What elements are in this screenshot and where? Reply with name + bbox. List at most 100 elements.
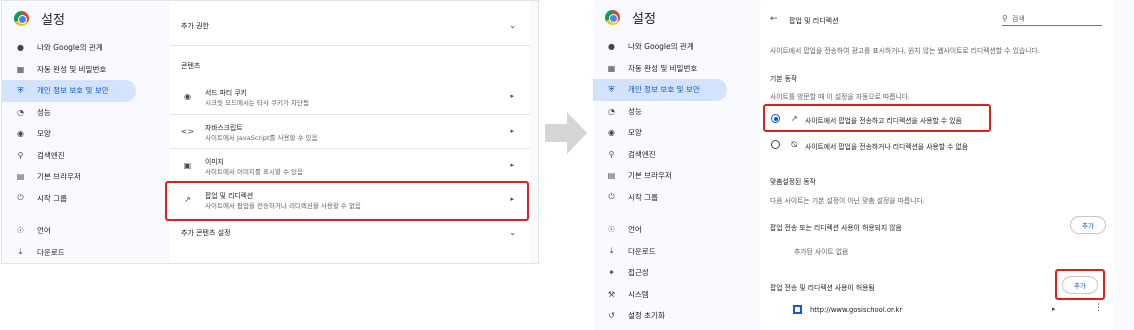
- arrow-right-icon: ▸: [510, 127, 514, 135]
- sidebar-item-languages[interactable]: ☉ 언어: [2, 220, 167, 242]
- images-row[interactable]: ▣ 이미지 사이트에서 이미지를 표시할 수 있음 ▸: [170, 149, 530, 183]
- default-behavior-title: 기본 동작: [770, 75, 798, 83]
- sidebar-item-autofill[interactable]: ▦ 자동 완성 및 비밀번호: [2, 59, 167, 81]
- cookie-icon: ◉: [184, 92, 191, 101]
- radio-block[interactable]: [771, 140, 780, 149]
- default-behavior-subtitle: 사이트를 방문할 때 이 설정을 자동으로 따릅니다.: [770, 93, 911, 101]
- row-subtitle: 시크릿 모드에서는 타사 쿠키가 차단됨: [205, 99, 309, 107]
- globe-icon: ☉: [607, 225, 616, 235]
- sidebar-item-search-engine[interactable]: ⚲ 검색엔진: [2, 145, 167, 167]
- sidebar-item-label: 시작 그룹: [628, 192, 658, 202]
- transition-arrow-icon: [545, 112, 587, 154]
- more-vert-icon[interactable]: ⋮: [1094, 303, 1103, 313]
- sidebar-item-label: 언어: [37, 226, 51, 236]
- left-settings-panel: 설정 ● 나와 Google의 관계 ▦ 자동 완성 및 비밀번호 ⛨ 개인 정보 보…: [1, 0, 539, 264]
- sidebar-item-autofill[interactable]: ▦ 자동 완성 및 비밀번호: [593, 58, 758, 80]
- highlight-box-add: [1055, 269, 1105, 300]
- sidebar-item-label: 언어: [628, 225, 642, 235]
- sidebar-item-privacy[interactable]: ⛨ 개인 정보 보호 및 보안: [2, 80, 136, 102]
- sidebar-item-on-startup[interactable]: ⏻ 시작 그룹: [2, 188, 167, 210]
- sidebar-item-search-engine[interactable]: ⚲ 검색엔진: [593, 144, 758, 166]
- additional-content-settings-label: 추가 콘텐츠 설정: [181, 229, 231, 237]
- back-arrow-icon[interactable]: ←: [770, 14, 778, 24]
- sidebar-item-label: 시스템: [628, 289, 649, 299]
- sidebar-item-performance[interactable]: ◔ 성능: [2, 102, 167, 124]
- sidebar-item-label: 기본 브라우저: [628, 171, 672, 181]
- sidebar-item-languages[interactable]: ☉ 언어: [593, 219, 758, 241]
- sidebar-item-appearance[interactable]: ◉ 모양: [2, 123, 167, 145]
- row-title: 서드 파티 쿠키: [205, 89, 247, 97]
- additional-content-settings-row[interactable]: 추가 콘텐츠 설정 ⌄: [170, 228, 530, 248]
- sidebar-item-google[interactable]: ● 나와 Google의 관계: [593, 36, 758, 58]
- search-icon: ⚲: [608, 149, 615, 159]
- sidebar-item-label: 다운로드: [628, 246, 656, 256]
- section-title: 콘텐츠: [181, 62, 201, 70]
- speedometer-icon: ◔: [17, 107, 24, 117]
- sidebar-item-label: 검색엔진: [37, 150, 65, 160]
- sidebar-item-label: 모양: [37, 129, 51, 139]
- allowed-title: 팝업 전송 및 리디렉션 사용이 허용됨: [770, 284, 875, 292]
- power-icon: ⏻: [17, 193, 24, 203]
- arrow-right-icon: ▸: [510, 92, 514, 100]
- right-content-card: ← 팝업 및 리디렉션 ⚲ 검색 사이트에서 팝업을 전송하여 광고를 표시하거…: [760, 0, 1115, 330]
- sidebar-item-label: 시작 그룹: [37, 193, 67, 203]
- sidebar-item-default-browser[interactable]: ▤ 기본 브라우저: [2, 166, 167, 188]
- shield-icon: ⛨: [608, 84, 615, 94]
- sidebar-item-google[interactable]: ● 나와 Google의 관계: [2, 37, 167, 59]
- javascript-row[interactable]: <> 자바스크립트 사이트에서 JavaScript를 사용할 수 있음 ▸: [170, 115, 530, 149]
- sidebar-item-label: 나와 Google의 관계: [628, 42, 694, 52]
- page-description: 사이트에서 팝업을 전송하여 광고를 표시하거나, 원치 않는 웹사이트로 리디…: [770, 47, 1040, 55]
- sidebar-item-accessibility[interactable]: ✦ 접근성: [593, 262, 758, 284]
- custom-behavior-title: 맞춤설정된 동작: [770, 178, 816, 186]
- right-nav: ● 나와 Google의 관계 ▦ 자동 완성 및 비밀번호 ⛨ 개인 정보 보호 및…: [593, 36, 758, 327]
- sidebar-item-privacy[interactable]: ⛨ 개인 정보 보호 및 보안: [593, 79, 727, 101]
- left-nav: ● 나와 Google의 관계 ▦ 자동 완성 및 비밀번호 ⛨ 개인 정보 보호 및…: [2, 37, 167, 263]
- power-icon: ⏻: [608, 192, 615, 202]
- site-url: http://www.gosischool.or.kr: [810, 306, 903, 314]
- sidebar-item-label: 접근성: [628, 268, 649, 278]
- search-icon: ⚲: [17, 150, 24, 160]
- additional-permissions-label: 추가 권한: [181, 22, 209, 30]
- sidebar-item-downloads[interactable]: ⤓ 다운로드: [593, 241, 758, 263]
- sidebar-item-default-browser[interactable]: ▤ 기본 브라우저: [593, 165, 758, 187]
- sidebar-item-label: 모양: [628, 128, 642, 138]
- highlight-box-allow: [763, 104, 991, 132]
- browser-icon: ▤: [607, 171, 616, 181]
- sidebar-item-system[interactable]: ⚒ 시스템: [593, 284, 758, 306]
- shield-icon: ⛨: [17, 85, 24, 95]
- sidebar-item-reset[interactable]: ↺ 설정 초기화: [593, 305, 758, 327]
- add-not-allowed-button[interactable]: 추가: [1070, 216, 1106, 234]
- right-settings-panel: 설정 ● 나와 Google의 관계 ▦ 자동 완성 및 비밀번호 ⛨ 개인 정보 보…: [593, 0, 1133, 330]
- left-sidebar: 설정 ● 나와 Google의 관계 ▦ 자동 완성 및 비밀번호 ⛨ 개인 정보 보…: [2, 1, 167, 263]
- third-party-cookies-row[interactable]: ◉ 서드 파티 쿠키 시크릿 모드에서는 타사 쿠키가 차단됨 ▸: [170, 80, 530, 114]
- row-subtitle: 사이트에서 JavaScript를 사용할 수 있음: [205, 134, 318, 142]
- palette-icon: ◉: [17, 129, 24, 139]
- chrome-logo-icon: [605, 10, 620, 25]
- sidebar-item-label: 다운로드: [37, 247, 65, 257]
- arrow-right-icon: ▸: [510, 161, 514, 169]
- right-sidebar: 설정 ● 나와 Google의 관계 ▦ 자동 완성 및 비밀번호 ⛨ 개인 정보 보…: [593, 0, 758, 330]
- additional-permissions-row[interactable]: 추가 권한 ⌄: [170, 21, 530, 41]
- wrench-icon: ⚒: [607, 289, 616, 299]
- sidebar-item-label: 나와 Google의 관계: [37, 43, 103, 53]
- row-subtitle: 사이트에서 이미지를 표시할 수 있음: [205, 168, 303, 176]
- search-input[interactable]: ⚲ 검색: [1002, 12, 1102, 26]
- sidebar-item-on-startup[interactable]: ⏻ 시작 그룹: [593, 187, 758, 209]
- clipboard-icon: ▦: [16, 64, 25, 74]
- download-icon: ⤓: [609, 246, 614, 256]
- sidebar-item-label: 성능: [628, 106, 642, 116]
- arrow-right-icon[interactable]: ▸: [1052, 305, 1056, 313]
- code-icon: <>: [180, 127, 195, 136]
- sidebar-item-performance[interactable]: ◔ 성능: [593, 101, 758, 123]
- settings-brand: 설정: [14, 9, 65, 28]
- sidebar-item-downloads[interactable]: ⤓ 다운로드: [2, 242, 167, 264]
- image-icon: ▣: [183, 161, 192, 170]
- chevron-down-icon: ⌄: [509, 21, 516, 30]
- row-title: 이미지: [205, 158, 224, 166]
- sidebar-item-appearance[interactable]: ◉ 모양: [593, 122, 758, 144]
- sidebar-item-label: 자동 완성 및 비밀번호: [37, 64, 107, 74]
- not-allowed-title: 팝업 전송 또는 리디렉션 사용이 허용되지 않음: [770, 224, 902, 232]
- palette-icon: ◉: [608, 128, 615, 138]
- clipboard-icon: ▦: [607, 63, 616, 73]
- custom-behavior-subtitle: 다음 사이트는 기본 설정이 아닌 맞춤 설정을 따릅니다.: [770, 197, 925, 205]
